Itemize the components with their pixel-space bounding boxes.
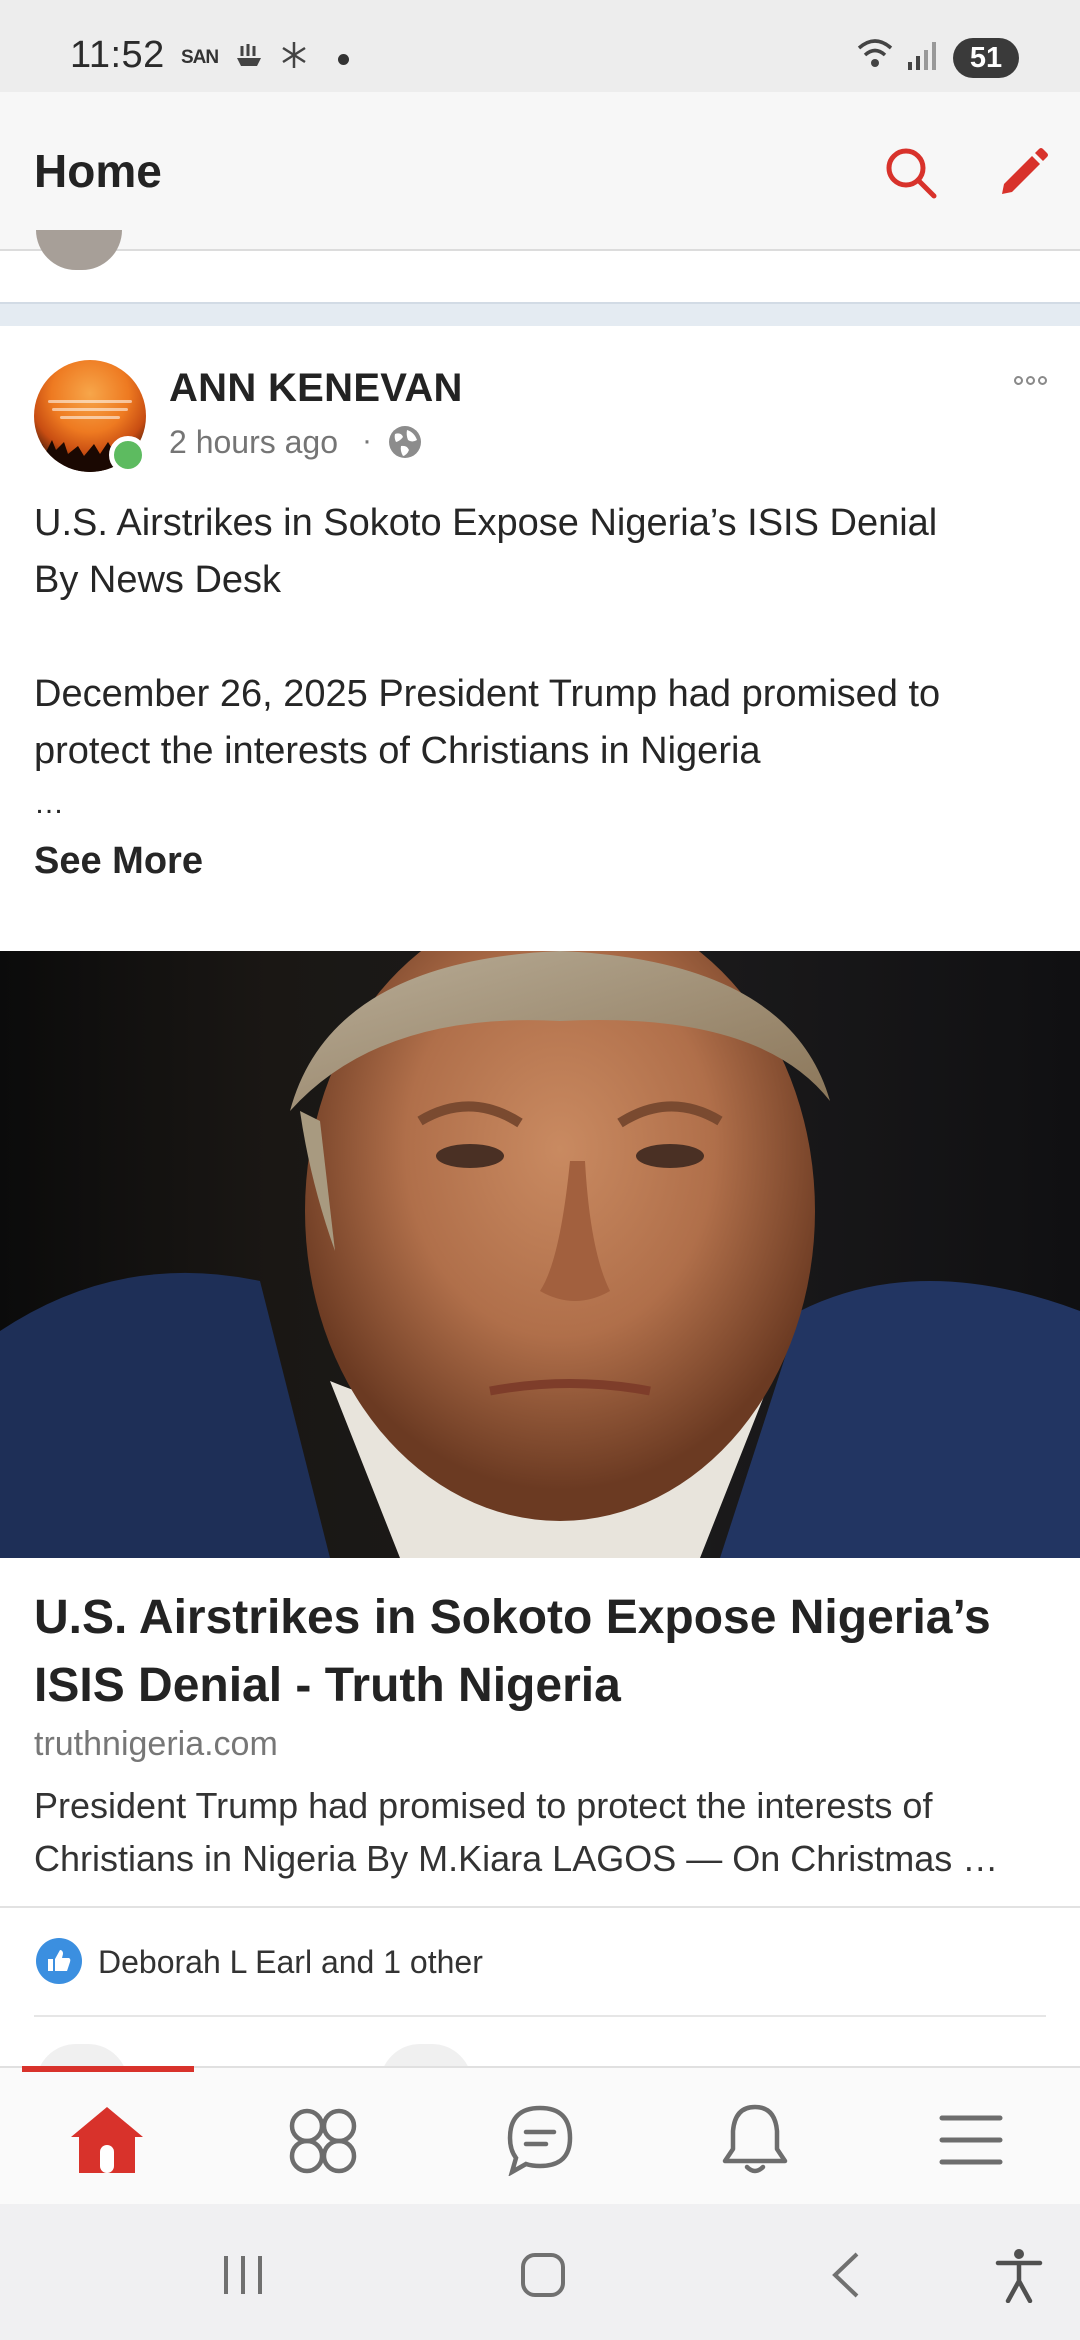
chat-icon bbox=[507, 2105, 573, 2176]
online-status-indicator bbox=[109, 436, 147, 474]
link-domain: truthnigeria.com bbox=[34, 1725, 278, 1763]
app-header: Home bbox=[0, 92, 1080, 251]
reactions-summary[interactable]: Deborah L Earl and 1 other bbox=[98, 1944, 483, 1981]
battery-icon: 51 bbox=[953, 38, 1019, 78]
post-body-line: U.S. Airstrikes in Sokoto Expose Nigeria… bbox=[34, 502, 938, 544]
nav-menu[interactable] bbox=[926, 2095, 1016, 2185]
post-body-line: By News Desk bbox=[34, 559, 282, 601]
meta-separator: · bbox=[362, 424, 372, 457]
groups-icon bbox=[289, 2108, 357, 2174]
link-description-line: President Trump had promised to protect … bbox=[34, 1785, 933, 1826]
nav-groups[interactable] bbox=[278, 2095, 368, 2185]
feed-divider bbox=[0, 302, 1080, 326]
pencil-icon bbox=[1002, 148, 1048, 194]
back-arrow-icon bbox=[832, 2252, 859, 2298]
link-description-line: Christians in Nigeria By M.Kiara LAGOS —… bbox=[34, 1838, 999, 1879]
active-tab-indicator bbox=[22, 2066, 194, 2072]
accessibility-button[interactable] bbox=[984, 2240, 1054, 2310]
post-timestamp[interactable]: 2 hours ago bbox=[169, 424, 338, 461]
recent-apps-icon bbox=[224, 2256, 262, 2294]
compose-button[interactable] bbox=[990, 140, 1056, 206]
thumbs-up-icon bbox=[36, 1938, 82, 1984]
snowflake-icon bbox=[282, 42, 306, 68]
page-title: Home bbox=[34, 145, 162, 197]
status-bar: 11:52 SAN 51 bbox=[0, 0, 1080, 92]
post-options-button[interactable] bbox=[1010, 368, 1050, 392]
carrier-label: SAN bbox=[181, 47, 219, 68]
divider bbox=[34, 2015, 1046, 2017]
post-body-line: December 26, 2025 President Trump had pr… bbox=[34, 673, 941, 715]
search-button[interactable] bbox=[878, 140, 944, 206]
link-title[interactable]: U.S. Airstrikes in Sokoto Expose Nigeria… bbox=[34, 1584, 1044, 1720]
wifi-icon bbox=[857, 39, 893, 67]
recent-apps-button[interactable] bbox=[208, 2240, 278, 2310]
accessibility-icon bbox=[995, 2249, 1043, 2303]
nav-home[interactable] bbox=[62, 2095, 152, 2185]
post-body-line: protect the interests of Christians in N… bbox=[34, 730, 761, 772]
link-preview-image[interactable] bbox=[0, 951, 1080, 1558]
signal-icon bbox=[908, 42, 936, 70]
menu-icon bbox=[939, 2115, 1003, 2165]
divider bbox=[0, 1906, 1080, 1908]
post-body-ellipsis: … bbox=[34, 787, 64, 820]
bell-icon bbox=[722, 2104, 788, 2174]
home-square-icon bbox=[521, 2253, 565, 2297]
home-icon bbox=[71, 2107, 143, 2173]
nav-messages[interactable] bbox=[495, 2095, 585, 2185]
previous-post-avatar bbox=[36, 230, 122, 270]
author-name[interactable]: ANN KENEVAN bbox=[169, 366, 463, 411]
back-button[interactable] bbox=[810, 2240, 880, 2310]
sailboat-icon bbox=[237, 44, 261, 66]
search-icon bbox=[886, 148, 937, 199]
home-system-button[interactable] bbox=[508, 2240, 578, 2310]
nav-notifications[interactable] bbox=[710, 2095, 800, 2185]
dot-icon bbox=[338, 54, 349, 65]
status-time: 11:52 bbox=[70, 34, 165, 76]
see-more-link[interactable]: See More bbox=[34, 840, 203, 883]
globe-icon bbox=[389, 426, 421, 458]
